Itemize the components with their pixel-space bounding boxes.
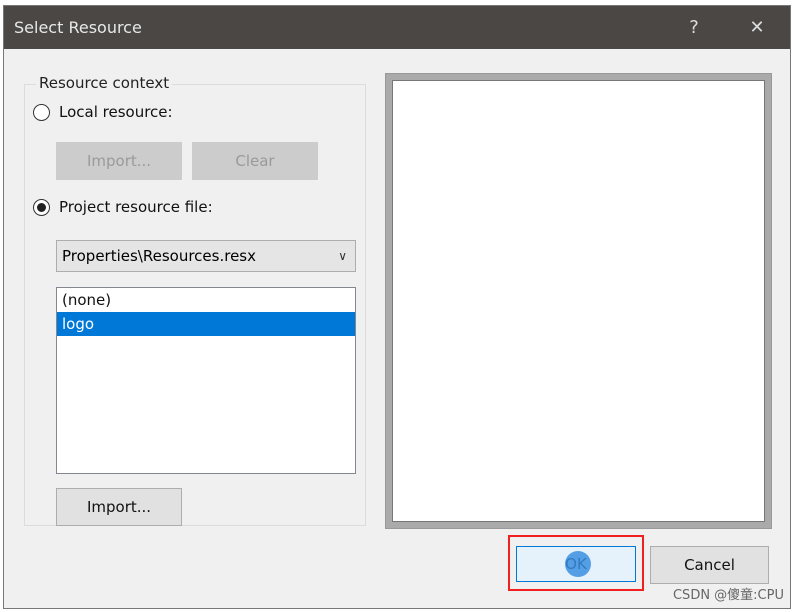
resource-file-dropdown[interactable]: Properties\Resources.resx ∨ — [56, 240, 356, 272]
resource-list[interactable]: (none) logo — [56, 287, 356, 474]
import-button[interactable]: Import... — [56, 488, 182, 526]
list-item-selected[interactable]: logo — [57, 312, 355, 336]
close-button[interactable]: ✕ — [737, 6, 777, 49]
preview-canvas — [392, 80, 765, 522]
radio-checked-icon — [33, 198, 50, 216]
radio-label: Local resource: — [59, 103, 173, 121]
dropdown-value: Properties\Resources.resx — [62, 247, 256, 265]
image-preview — [385, 73, 772, 529]
watermark: CSDN @傻童:CPU — [672, 588, 784, 603]
cancel-button[interactable]: Cancel — [650, 546, 769, 584]
radio-icon — [33, 103, 50, 121]
list-item[interactable]: (none) — [57, 288, 355, 312]
resource-context-group: Resource context Local resource: Import.… — [24, 74, 366, 526]
radio-label: Project resource file: — [59, 198, 213, 216]
dialog-title: Select Resource — [14, 18, 142, 37]
local-import-button[interactable]: Import... — [56, 142, 182, 180]
local-resource-radio[interactable]: Local resource: — [33, 103, 173, 121]
title-bar: Select Resource — [4, 6, 790, 49]
chevron-down-icon: ∨ — [338, 249, 347, 263]
project-resource-radio[interactable]: Project resource file: — [33, 198, 213, 216]
help-button[interactable]: ? — [674, 6, 714, 49]
clear-button[interactable]: Clear — [192, 142, 318, 180]
cursor-indicator-icon — [565, 551, 591, 577]
select-resource-dialog: Select Resource ? ✕ Resource context Loc… — [3, 5, 791, 609]
group-label: Resource context — [36, 74, 173, 92]
